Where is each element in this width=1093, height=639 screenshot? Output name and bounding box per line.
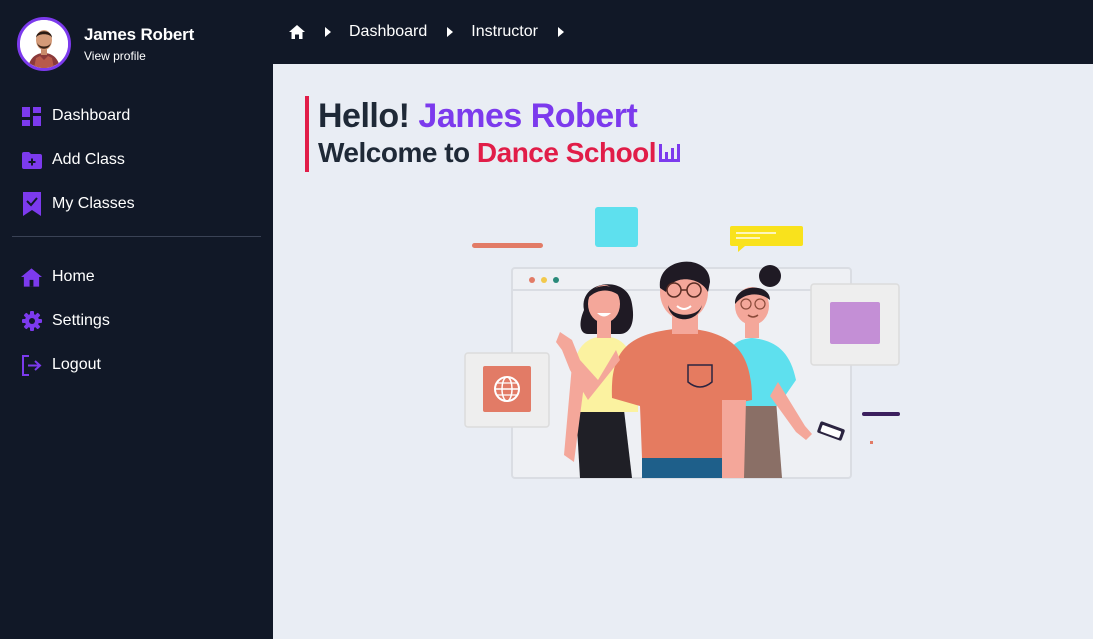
school-name: Dance School: [476, 137, 657, 168]
greeting-user-name: James Robert: [418, 97, 638, 135]
breadcrumb-separator-icon: [447, 27, 454, 37]
team-illustration: [460, 200, 905, 485]
sidebar: James Robert View profile Dashboard Add …: [0, 0, 273, 639]
bookmark-check-icon: [21, 192, 42, 216]
sidebar-item-settings[interactable]: Settings: [0, 299, 273, 343]
sidebar-secondary-nav: Home Settings Logout: [0, 255, 273, 387]
logout-icon: [21, 354, 42, 376]
sidebar-item-label: Logout: [52, 356, 101, 373]
breadcrumb-item-instructor[interactable]: Instructor: [471, 23, 538, 41]
sidebar-item-home[interactable]: Home: [0, 255, 273, 299]
sidebar-item-dashboard[interactable]: Dashboard: [0, 94, 273, 138]
breadcrumb-separator-icon: [325, 27, 331, 37]
avatar[interactable]: [17, 17, 71, 71]
sidebar-item-label: Home: [52, 268, 95, 285]
profile-card: James Robert View profile: [17, 17, 194, 71]
gear-icon: [21, 311, 42, 332]
greeting-hello: Hello!: [318, 97, 410, 135]
home-icon: [21, 267, 42, 288]
breadcrumb-item-dashboard[interactable]: Dashboard: [349, 23, 427, 41]
sidebar-item-label: Add Class: [52, 151, 125, 168]
sidebar-item-logout[interactable]: Logout: [0, 343, 273, 387]
breadcrumb: Dashboard Instructor: [273, 0, 1093, 64]
welcome-line: Welcome to Dance School: [318, 136, 684, 170]
sidebar-primary-nav: Dashboard Add Class My Classes: [0, 94, 273, 226]
welcome-greeting: Hello! James Robert Welcome to Dance Sch…: [305, 96, 684, 172]
dashboard-icon: [21, 106, 42, 127]
greeting-line: Hello! James Robert: [318, 96, 684, 136]
sidebar-item-label: Dashboard: [52, 107, 131, 124]
sidebar-item-my-classes[interactable]: My Classes: [0, 182, 273, 226]
sidebar-item-add-class[interactable]: Add Class: [0, 138, 273, 182]
home-icon: [289, 25, 305, 39]
breadcrumb-separator-icon: [557, 27, 564, 37]
sidebar-divider: [12, 236, 261, 237]
sidebar-item-label: My Classes: [52, 195, 135, 212]
profile-name: James Robert: [84, 25, 195, 44]
audio-bars-icon: [659, 144, 681, 162]
welcome-text: Welcome to: [318, 137, 470, 168]
view-profile-link[interactable]: View profile: [84, 49, 194, 63]
sidebar-item-label: Settings: [52, 312, 110, 329]
folder-add-icon: [21, 150, 42, 171]
breadcrumb-home[interactable]: [289, 25, 305, 39]
